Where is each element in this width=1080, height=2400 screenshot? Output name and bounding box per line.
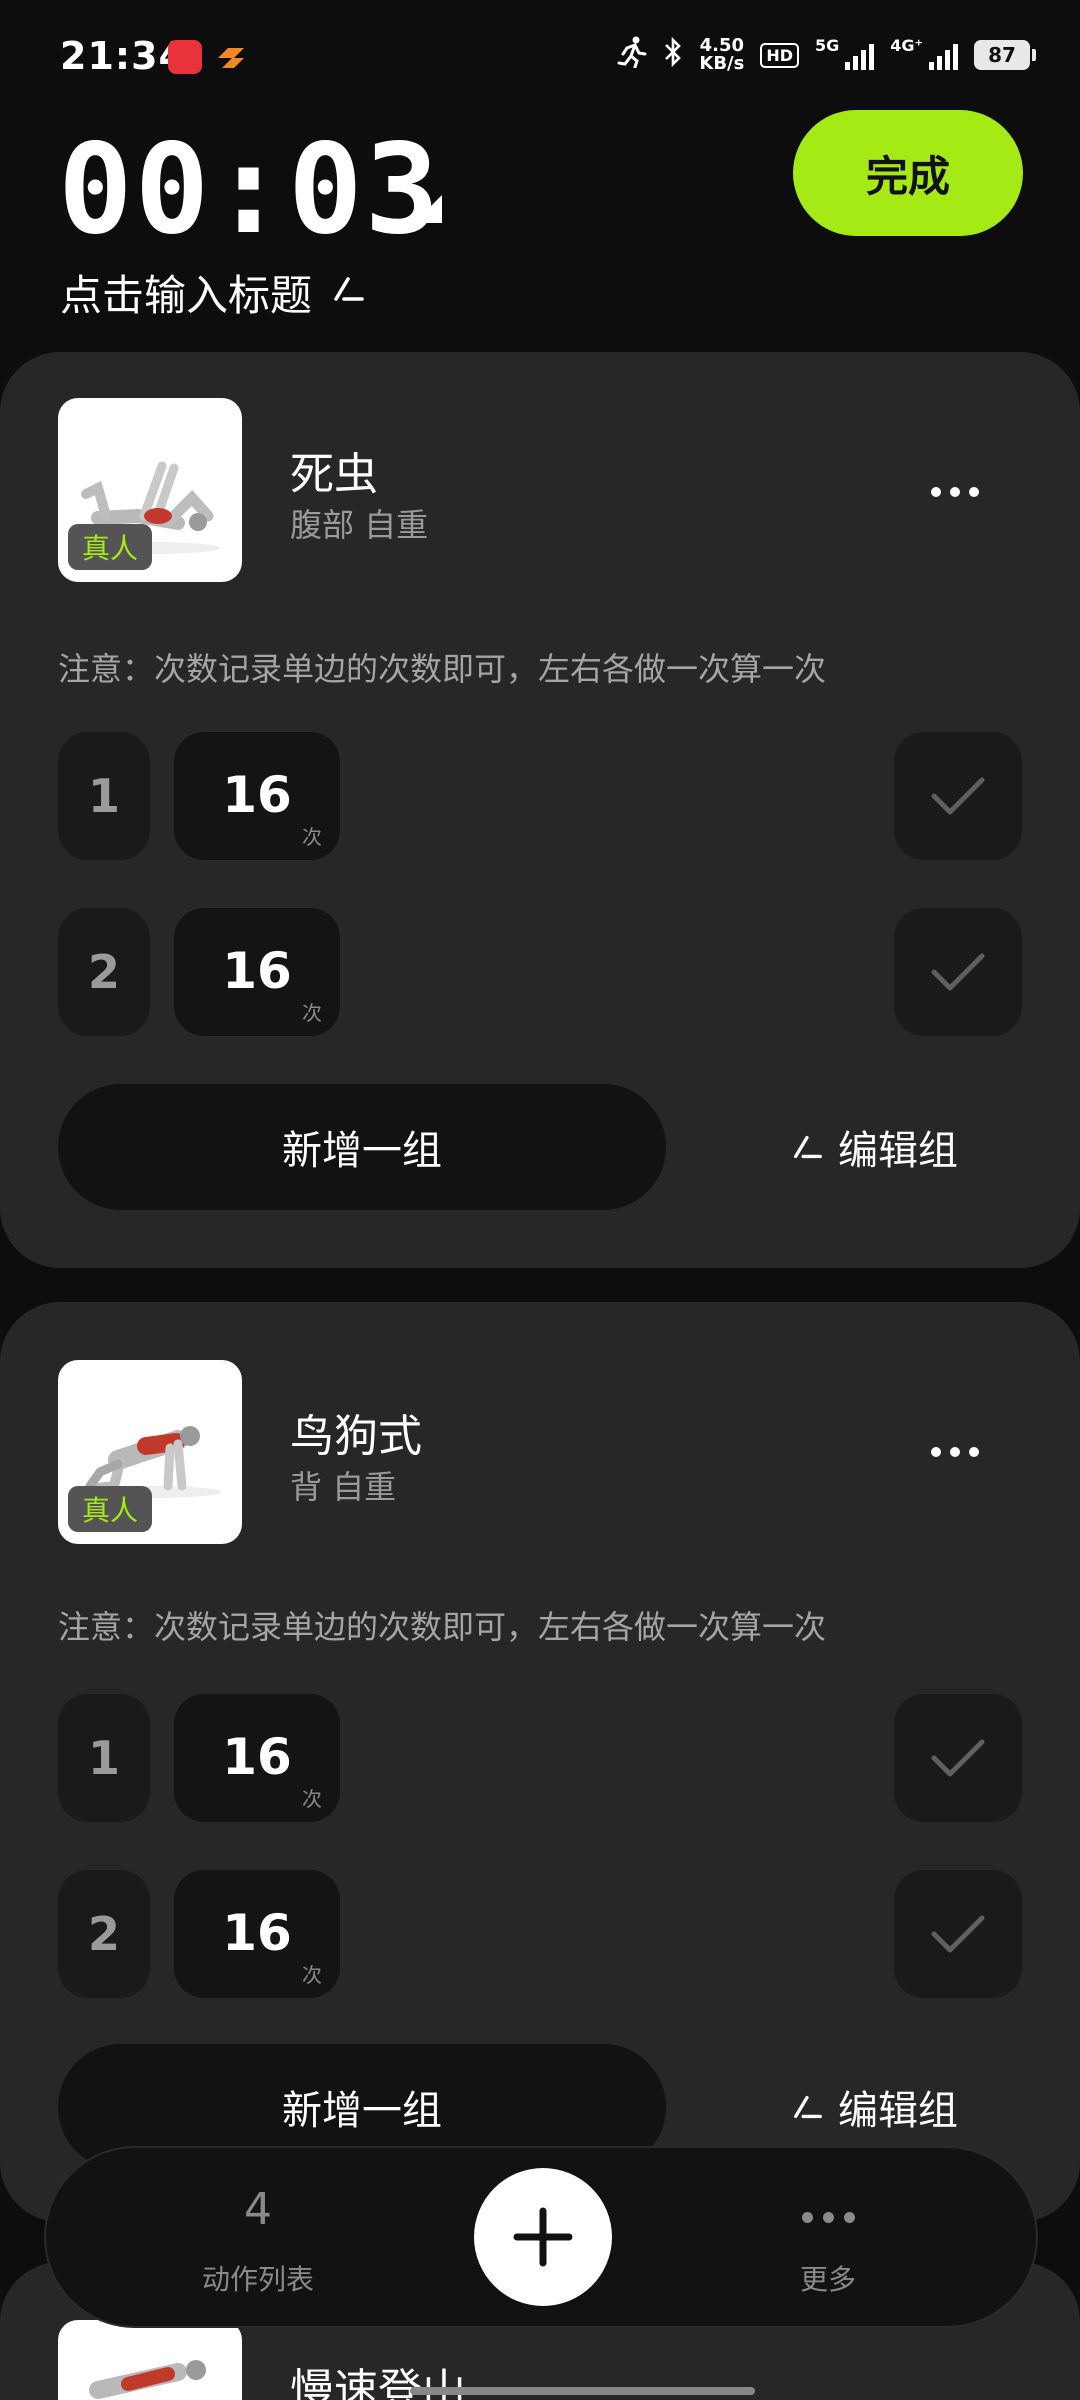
running-icon: [617, 36, 647, 74]
reps-unit: 次: [302, 1963, 322, 1987]
edit-group-label: 编辑组: [838, 2088, 958, 2134]
signal-5g-icon: [845, 40, 875, 70]
exercise-note: 注意：次数记录单边的次数即可，左右各做一次算一次: [58, 650, 827, 688]
battery-icon: 87: [974, 40, 1036, 70]
exercise-card: 真人 死虫 腹部 自重 注意：次数记录单边的次数即可，左右各做一次算一次 1 1…: [0, 352, 1080, 1268]
set-number: 1: [58, 732, 150, 860]
exercise-thumbnail[interactable]: 真人: [58, 1360, 242, 1544]
edit-group-button[interactable]: 编辑组: [790, 1084, 958, 1210]
reps-input[interactable]: 16 次: [174, 908, 340, 1036]
timer-corner-icon[interactable]: [414, 195, 442, 223]
edit-pen-icon: [330, 268, 366, 317]
exercise-card: 真人 鸟狗式 背 自重 注意：次数记录单边的次数即可，左右各做一次算一次 1 1…: [0, 1302, 1080, 2222]
reps-input[interactable]: 16 次: [174, 1694, 340, 1822]
add-set-button[interactable]: 新增一组: [58, 1084, 666, 1210]
complete-set-button[interactable]: [894, 1694, 1022, 1822]
status-bar: 21:34 4.50 KB/s HD 5G 4G⁺ 87: [0, 0, 1080, 110]
sim1-label: 5G: [815, 35, 840, 55]
exercise-thumbnail[interactable]: 真人: [58, 398, 242, 582]
exercise-name: 死虫: [290, 449, 378, 500]
reps-unit: 次: [302, 1787, 322, 1811]
more-tab[interactable]: 更多: [718, 2148, 938, 2330]
more-dots-icon: [718, 2212, 938, 2223]
more-options-icon[interactable]: [915, 462, 995, 522]
edit-group-label: 编辑组: [838, 1128, 958, 1174]
plus-icon: [513, 2207, 573, 2267]
reps-value: 16: [222, 766, 292, 824]
home-indicator[interactable]: [410, 2387, 755, 2395]
hd-icon: HD: [760, 42, 800, 68]
workout-timer: 00:03: [58, 118, 442, 262]
reps-input[interactable]: 16 次: [174, 1870, 340, 1998]
add-exercise-button[interactable]: [474, 2168, 612, 2306]
network-speed: 4.50 KB/s: [699, 35, 745, 74]
reps-value: 16: [222, 942, 292, 1000]
reps-value: 16: [222, 1904, 292, 1962]
reps-input[interactable]: 16 次: [174, 732, 340, 860]
exercise-list-label: 动作列表: [201, 2263, 314, 2296]
sim2-label: 4G⁺: [890, 35, 923, 55]
check-icon: [931, 777, 985, 815]
real-person-badge: 真人: [68, 1486, 153, 1532]
finish-button[interactable]: 完成: [793, 110, 1023, 236]
set-number: 1: [58, 1694, 150, 1822]
reps-unit: 次: [302, 1001, 322, 1025]
check-icon: [931, 1915, 985, 1953]
bluetooth-icon: [663, 36, 683, 74]
signal-4g-icon: [929, 40, 958, 70]
check-icon: [931, 953, 985, 991]
reps-value: 16: [222, 1728, 292, 1786]
bottom-action-bar: 4 动作列表 更多: [44, 2146, 1038, 2328]
title-placeholder: 点击输入标题: [60, 271, 313, 320]
more-label: 更多: [799, 2263, 856, 2296]
exercise-list-tab[interactable]: 4 动作列表: [148, 2148, 368, 2330]
exercise-count: 4: [244, 2184, 272, 2235]
edit-pen-icon: [794, 1135, 822, 1159]
app-orange-icon: [214, 40, 248, 74]
exercise-note: 注意：次数记录单边的次数即可，左右各做一次算一次: [58, 1608, 827, 1646]
exercise-thumbnail[interactable]: [58, 2320, 242, 2400]
set-number: 2: [58, 908, 150, 1036]
edit-pen-icon: [794, 2095, 822, 2119]
app-red-icon: [168, 40, 202, 74]
complete-set-button[interactable]: [894, 1870, 1022, 1998]
exercise-meta: 背 自重: [290, 1468, 397, 1506]
check-icon: [931, 1739, 985, 1777]
complete-set-button[interactable]: [894, 732, 1022, 860]
reps-unit: 次: [302, 825, 322, 849]
exercise-meta: 腹部 自重: [290, 506, 429, 544]
more-options-icon[interactable]: [915, 1422, 995, 1482]
real-person-badge: 真人: [68, 524, 153, 570]
complete-set-button[interactable]: [894, 908, 1022, 1036]
set-number: 2: [58, 1870, 150, 1998]
exercise-name: 鸟狗式: [290, 1411, 422, 1462]
title-input[interactable]: 点击输入标题: [60, 262, 366, 323]
mountain-climber-figure-icon: [89, 2360, 206, 2399]
